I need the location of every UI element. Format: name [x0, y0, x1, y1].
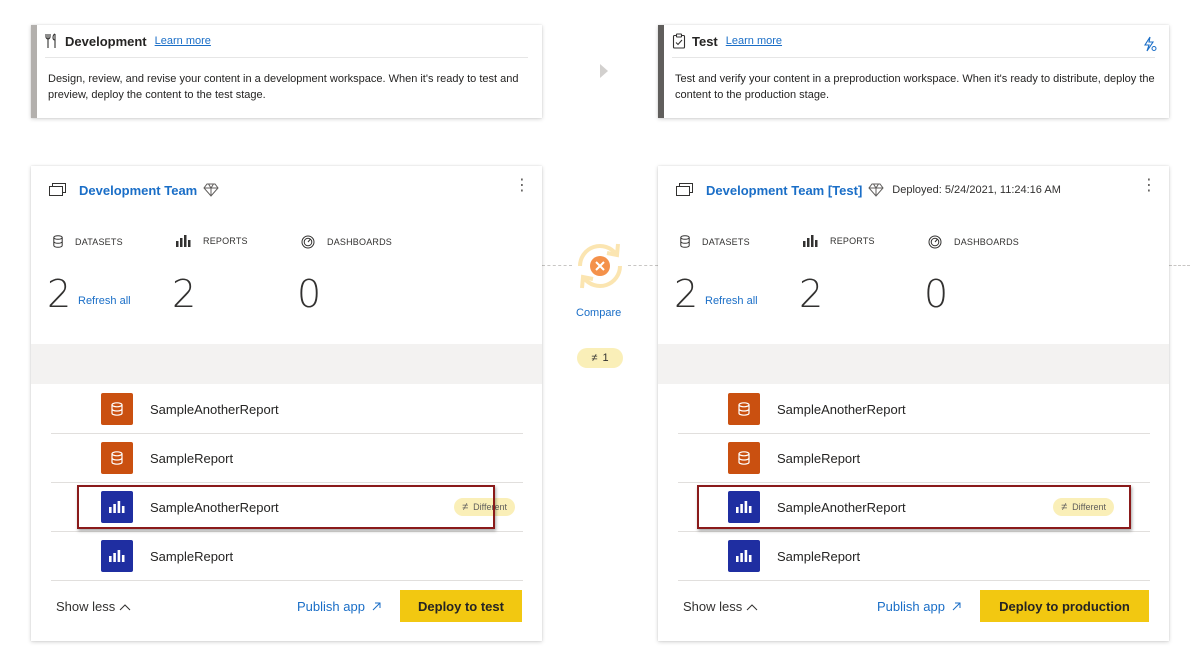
- list-item[interactable]: SampleReport: [678, 532, 1150, 581]
- report-icon: [728, 540, 760, 572]
- dataset-icon: [101, 393, 133, 425]
- database-icon: [53, 235, 63, 248]
- dashboards-metric: DASHBOARDS: [301, 235, 392, 249]
- difference-count-badge[interactable]: ≠ 1: [577, 348, 623, 368]
- dashboards-label: DASHBOARDS: [327, 237, 393, 247]
- chevron-up-icon: [119, 604, 131, 611]
- compare-sync-icon[interactable]: [570, 236, 630, 296]
- publish-app-label: Publish app: [877, 599, 945, 614]
- bar-chart-icon: [176, 235, 191, 247]
- item-name: SampleAnotherReport: [777, 401, 906, 417]
- more-options-icon[interactable]: ⋮: [514, 178, 530, 194]
- database-icon: [680, 235, 690, 248]
- deploy-to-production-button[interactable]: Deploy to production: [980, 590, 1149, 622]
- dashboards-count: 0: [924, 272, 949, 316]
- not-equal-icon: ≠: [591, 352, 598, 364]
- deployment-rules-icon[interactable]: [1141, 36, 1157, 52]
- compare-link[interactable]: Compare: [576, 307, 621, 319]
- reports-count: 2: [172, 272, 197, 316]
- reports-label: REPORTS: [203, 236, 248, 246]
- item-name: SampleReport: [777, 548, 861, 564]
- content-toolbar-band: [658, 344, 1169, 384]
- show-less-toggle[interactable]: Show less: [683, 599, 758, 614]
- gauge-icon: [928, 235, 942, 249]
- list-item[interactable]: SampleReport: [51, 434, 523, 483]
- clipboard-check-icon: [672, 33, 686, 49]
- dashboards-count: 0: [297, 272, 322, 316]
- publish-app-label: Publish app: [297, 599, 365, 614]
- stage-header: Test Learn more: [672, 25, 1155, 58]
- datasets-label: DATASETS: [702, 236, 750, 247]
- workspace-header: Development Team: [49, 179, 532, 201]
- bar-chart-icon: [803, 235, 818, 247]
- learn-more-link[interactable]: Learn more: [726, 35, 782, 47]
- workspace-title[interactable]: Development Team [Test]: [706, 183, 862, 198]
- dashboards-metric: DASHBOARDS: [928, 235, 1019, 249]
- external-arrow-icon: [372, 602, 381, 611]
- content-toolbar-band: [31, 344, 542, 384]
- show-less-toggle[interactable]: Show less: [56, 599, 131, 614]
- more-options-icon[interactable]: ⋮: [1141, 178, 1157, 194]
- show-less-label: Show less: [683, 599, 743, 614]
- stage-name: Development: [65, 33, 147, 49]
- workspace-icon: [676, 183, 693, 196]
- datasets-metric: DATASETS: [680, 235, 750, 248]
- reports-count: 2: [799, 272, 824, 316]
- stage-bar: [658, 25, 664, 118]
- difference-highlight: [697, 485, 1131, 529]
- item-name: SampleReport: [150, 450, 234, 466]
- stage-name: Test: [692, 33, 718, 49]
- list-item[interactable]: SampleReport: [678, 434, 1150, 483]
- reports-label: REPORTS: [830, 236, 875, 246]
- report-icon: [101, 540, 133, 572]
- difference-count: 1: [602, 352, 609, 364]
- deployed-timestamp: Deployed: 5/24/2021, 11:24:16 AM: [892, 184, 1061, 196]
- stage-header: Development Learn more: [45, 25, 528, 58]
- list-item[interactable]: SampleReport: [51, 532, 523, 581]
- chevron-up-icon: [746, 604, 758, 611]
- datasets-metric: DATASETS: [53, 235, 123, 248]
- stage-card-development: Development Learn more Design, review, a…: [31, 25, 542, 118]
- stage-description: Test and verify your content in a prepro…: [675, 73, 1155, 101]
- connector-line: [628, 265, 658, 266]
- stage-description: Design, review, and revise your content …: [48, 73, 519, 101]
- reports-metric: REPORTS: [176, 235, 248, 247]
- dataset-icon: [101, 442, 133, 474]
- stage-bar: [31, 25, 37, 118]
- premium-diamond-icon: [868, 183, 884, 197]
- workspace-title[interactable]: Development Team: [79, 183, 197, 198]
- datasets-count: 2: [47, 272, 72, 316]
- learn-more-link[interactable]: Learn more: [155, 35, 211, 47]
- show-less-label: Show less: [56, 599, 116, 614]
- workspace-card-development: Development Team ⋮ DATASETS REPORTS DASH…: [31, 166, 542, 641]
- publish-app-link[interactable]: Publish app: [297, 599, 382, 614]
- dataset-icon: [728, 393, 760, 425]
- workspace-header: Development Team [Test] Deployed: 5/24/2…: [676, 179, 1159, 201]
- tools-icon: [45, 33, 59, 49]
- refresh-all-link[interactable]: Refresh all: [705, 295, 758, 307]
- premium-diamond-icon: [203, 183, 219, 197]
- connector-line: [1169, 265, 1190, 266]
- publish-app-link[interactable]: Publish app: [877, 599, 962, 614]
- datasets-label: DATASETS: [75, 236, 123, 247]
- dashboards-label: DASHBOARDS: [954, 237, 1020, 247]
- datasets-count: 2: [674, 272, 699, 316]
- stage-card-test: Test Learn more Test and verify your con…: [658, 25, 1169, 118]
- workspace-icon: [49, 183, 66, 196]
- workspace-card-test: Development Team [Test] Deployed: 5/24/2…: [658, 166, 1169, 641]
- item-name: SampleAnotherReport: [150, 401, 279, 417]
- item-name: SampleReport: [777, 450, 861, 466]
- stage-arrow-icon: [599, 64, 609, 83]
- refresh-all-link[interactable]: Refresh all: [78, 295, 131, 307]
- list-item[interactable]: SampleAnotherReport: [51, 385, 523, 434]
- reports-metric: REPORTS: [803, 235, 875, 247]
- list-item[interactable]: SampleAnotherReport: [678, 385, 1150, 434]
- connector-line: [542, 265, 572, 266]
- gauge-icon: [301, 235, 315, 249]
- external-arrow-icon: [952, 602, 961, 611]
- difference-highlight: [77, 485, 495, 529]
- item-name: SampleReport: [150, 548, 234, 564]
- dataset-icon: [728, 442, 760, 474]
- deploy-to-test-button[interactable]: Deploy to test: [400, 590, 522, 622]
